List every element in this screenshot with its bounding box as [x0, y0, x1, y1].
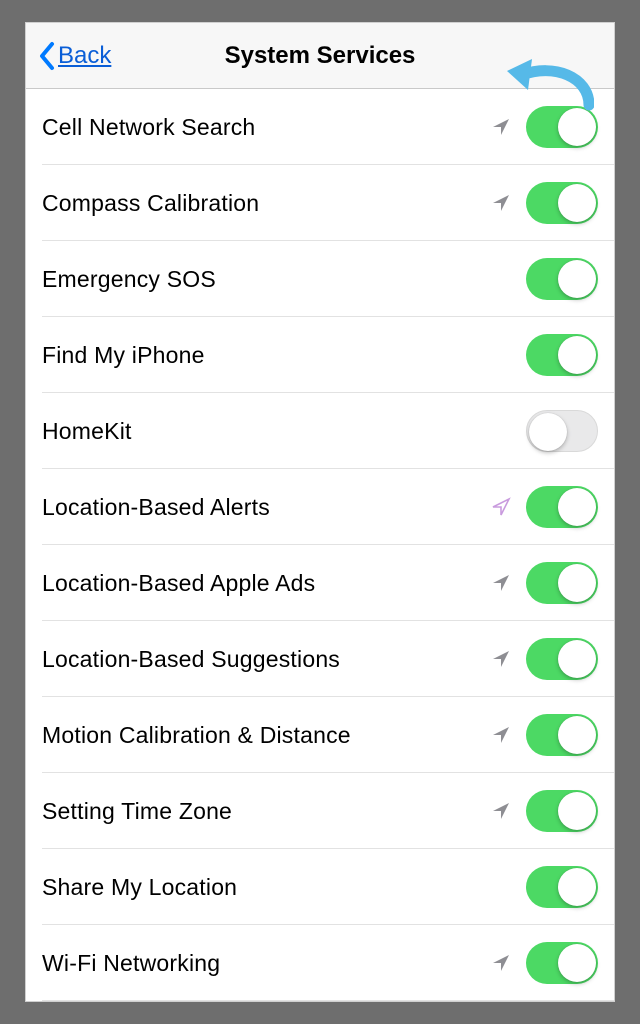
- row-label: Location-Based Apple Ads: [42, 570, 490, 597]
- row-emergency-sos: Emergency SOS: [26, 241, 614, 317]
- row-wifi-networking: Wi-Fi Networking: [26, 925, 614, 1001]
- toggle-knob: [558, 184, 596, 222]
- toggle-location-based-apple-ads[interactable]: [526, 562, 598, 604]
- location-arrow-icon: [490, 648, 512, 670]
- location-arrow-icon: [490, 496, 512, 518]
- location-arrow-icon: [490, 724, 512, 746]
- toggle-location-based-alerts[interactable]: [526, 486, 598, 528]
- row-location-based-apple-ads: Location-Based Apple Ads: [26, 545, 614, 621]
- location-arrow-icon: [490, 952, 512, 974]
- row-label: Find My iPhone: [42, 342, 526, 369]
- location-arrow-icon: [490, 572, 512, 594]
- toggle-wifi-networking[interactable]: [526, 942, 598, 984]
- row-setting-time-zone: Setting Time Zone: [26, 773, 614, 849]
- navbar: Back System Services: [26, 23, 614, 89]
- toggle-emergency-sos[interactable]: [526, 258, 598, 300]
- row-significant-locations[interactable]: Significant LocationsOff: [26, 1001, 614, 1002]
- row-location-based-alerts: Location-Based Alerts: [26, 469, 614, 545]
- toggle-compass-calibration[interactable]: [526, 182, 598, 224]
- row-label: Wi-Fi Networking: [42, 950, 490, 977]
- back-label: Back: [58, 42, 111, 70]
- page-title: System Services: [225, 42, 416, 70]
- row-cell-network-search: Cell Network Search: [26, 89, 614, 165]
- row-homekit: HomeKit: [26, 393, 614, 469]
- toggle-find-my-iphone[interactable]: [526, 334, 598, 376]
- toggle-knob: [558, 640, 596, 678]
- row-label: Compass Calibration: [42, 190, 490, 217]
- toggle-cell-network-search[interactable]: [526, 106, 598, 148]
- toggle-homekit[interactable]: [526, 410, 598, 452]
- back-button[interactable]: Back: [38, 23, 111, 88]
- chevron-left-icon: [38, 41, 56, 71]
- row-label: Emergency SOS: [42, 266, 526, 293]
- location-arrow-icon: [490, 116, 512, 138]
- settings-list: Cell Network Search Compass Calibration Em…: [26, 89, 614, 1002]
- row-label: HomeKit: [42, 418, 526, 445]
- toggle-share-my-location[interactable]: [526, 866, 598, 908]
- toggle-knob: [558, 564, 596, 602]
- row-label: Location-Based Alerts: [42, 494, 490, 521]
- row-motion-calibration: Motion Calibration & Distance: [26, 697, 614, 773]
- toggle-knob: [558, 260, 596, 298]
- row-share-my-location: Share My Location: [26, 849, 614, 925]
- row-location-based-suggestions: Location-Based Suggestions: [26, 621, 614, 697]
- row-label: Location-Based Suggestions: [42, 646, 490, 673]
- toggle-motion-calibration[interactable]: [526, 714, 598, 756]
- settings-screen: Back System Services Cell Network Search…: [25, 22, 615, 1002]
- toggle-knob: [558, 716, 596, 754]
- location-arrow-icon: [490, 192, 512, 214]
- toggle-knob: [529, 413, 567, 451]
- toggle-knob: [558, 108, 596, 146]
- row-label: Motion Calibration & Distance: [42, 722, 490, 749]
- toggle-knob: [558, 868, 596, 906]
- toggle-knob: [558, 488, 596, 526]
- row-label: Setting Time Zone: [42, 798, 490, 825]
- location-arrow-icon: [490, 800, 512, 822]
- toggle-knob: [558, 792, 596, 830]
- row-compass-calibration: Compass Calibration: [26, 165, 614, 241]
- row-label: Share My Location: [42, 874, 526, 901]
- row-label: Cell Network Search: [42, 114, 490, 141]
- toggle-knob: [558, 336, 596, 374]
- row-find-my-iphone: Find My iPhone: [26, 317, 614, 393]
- toggle-knob: [558, 944, 596, 982]
- toggle-setting-time-zone[interactable]: [526, 790, 598, 832]
- toggle-location-based-suggestions[interactable]: [526, 638, 598, 680]
